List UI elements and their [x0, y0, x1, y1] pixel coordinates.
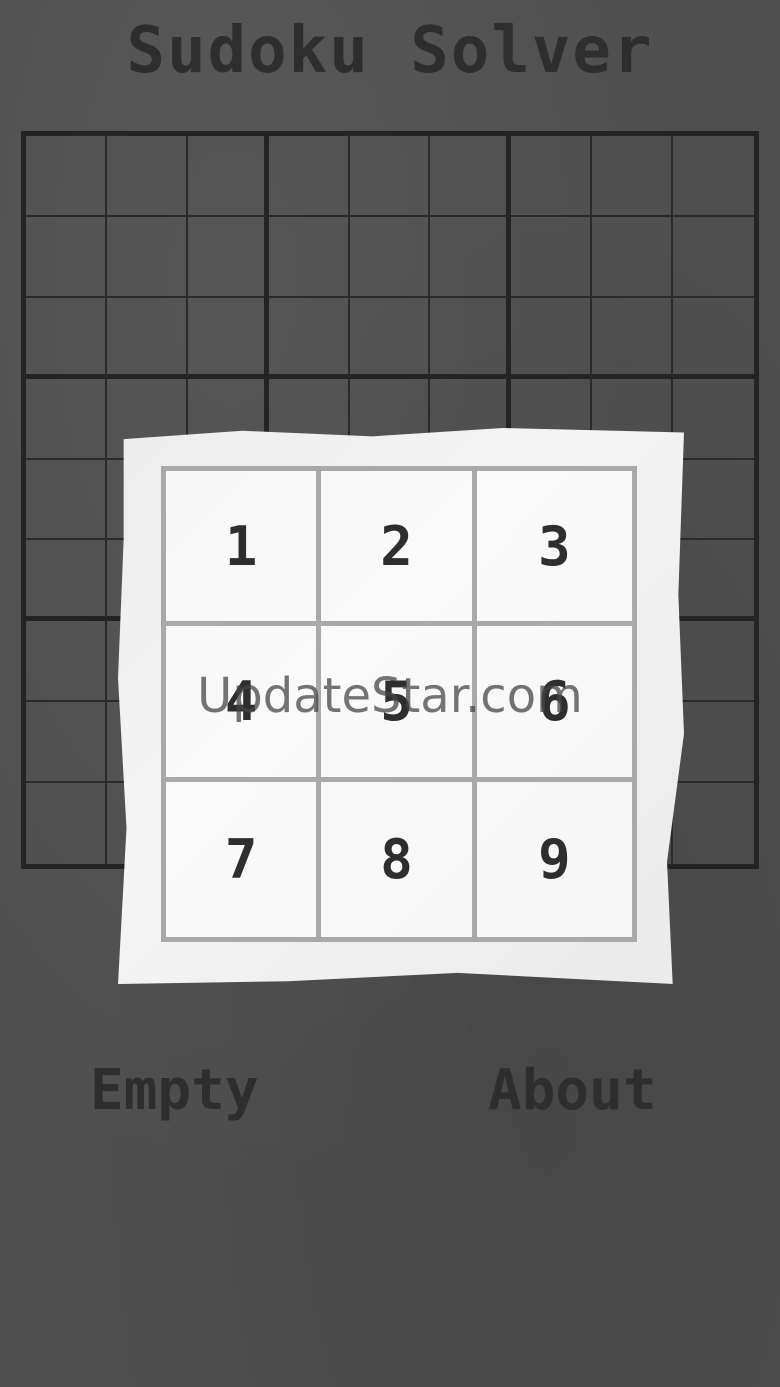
board-cell[interactable] — [673, 702, 754, 784]
board-cell[interactable] — [511, 216, 593, 298]
board-cell[interactable] — [673, 621, 754, 703]
board-cell[interactable] — [26, 621, 107, 703]
number-button-9[interactable]: 9 — [476, 781, 632, 937]
board-cell[interactable] — [430, 136, 512, 217]
board-cell[interactable] — [673, 459, 754, 541]
number-button-5[interactable]: 5 — [321, 626, 477, 782]
board-cell[interactable] — [106, 136, 188, 217]
number-button-3[interactable]: 3 — [476, 471, 632, 627]
board-cell[interactable] — [187, 216, 269, 298]
board-cell[interactable] — [673, 297, 754, 379]
board-cell[interactable] — [26, 136, 107, 217]
number-picker-grid: 1 2 3 4 5 6 7 8 9 — [161, 466, 637, 942]
number-button-4[interactable]: 4 — [166, 626, 322, 782]
board-cell[interactable] — [673, 378, 754, 460]
board-cell[interactable] — [26, 540, 107, 622]
board-cell[interactable] — [26, 783, 107, 864]
board-cell[interactable] — [26, 459, 107, 541]
board-cell[interactable] — [592, 136, 674, 217]
about-button[interactable]: About — [488, 1058, 657, 1123]
board-cell[interactable] — [592, 216, 674, 298]
board-cell[interactable] — [26, 702, 107, 784]
board-cell[interactable] — [268, 297, 350, 379]
board-cell[interactable] — [511, 297, 593, 379]
number-button-7[interactable]: 7 — [166, 781, 322, 937]
board-cell[interactable] — [673, 540, 754, 622]
board-cell[interactable] — [592, 297, 674, 379]
board-cell[interactable] — [268, 136, 350, 217]
board-cell[interactable] — [187, 297, 269, 379]
board-cell[interactable] — [511, 136, 593, 217]
board-cell[interactable] — [26, 216, 107, 298]
number-button-6[interactable]: 6 — [476, 626, 632, 782]
board-cell[interactable] — [106, 297, 188, 379]
number-button-1[interactable]: 1 — [166, 471, 322, 627]
board-cell[interactable] — [673, 136, 754, 217]
board-cell[interactable] — [187, 136, 269, 217]
board-cell[interactable] — [349, 297, 431, 379]
board-cell[interactable] — [106, 216, 188, 298]
board-cell[interactable] — [268, 216, 350, 298]
board-cell[interactable] — [26, 297, 107, 379]
board-cell[interactable] — [349, 136, 431, 217]
board-cell[interactable] — [430, 216, 512, 298]
empty-button[interactable]: Empty — [90, 1058, 259, 1123]
board-cell[interactable] — [673, 216, 754, 298]
board-cell[interactable] — [26, 378, 107, 460]
board-cell[interactable] — [673, 783, 754, 864]
board-cell[interactable] — [430, 297, 512, 379]
app-screen: Sudoku Solver Empty About 1 2 3 4 5 6 7 … — [0, 0, 780, 1387]
number-button-8[interactable]: 8 — [321, 781, 477, 937]
app-title: Sudoku Solver — [126, 14, 654, 88]
board-cell[interactable] — [349, 216, 431, 298]
number-button-2[interactable]: 2 — [321, 471, 477, 627]
